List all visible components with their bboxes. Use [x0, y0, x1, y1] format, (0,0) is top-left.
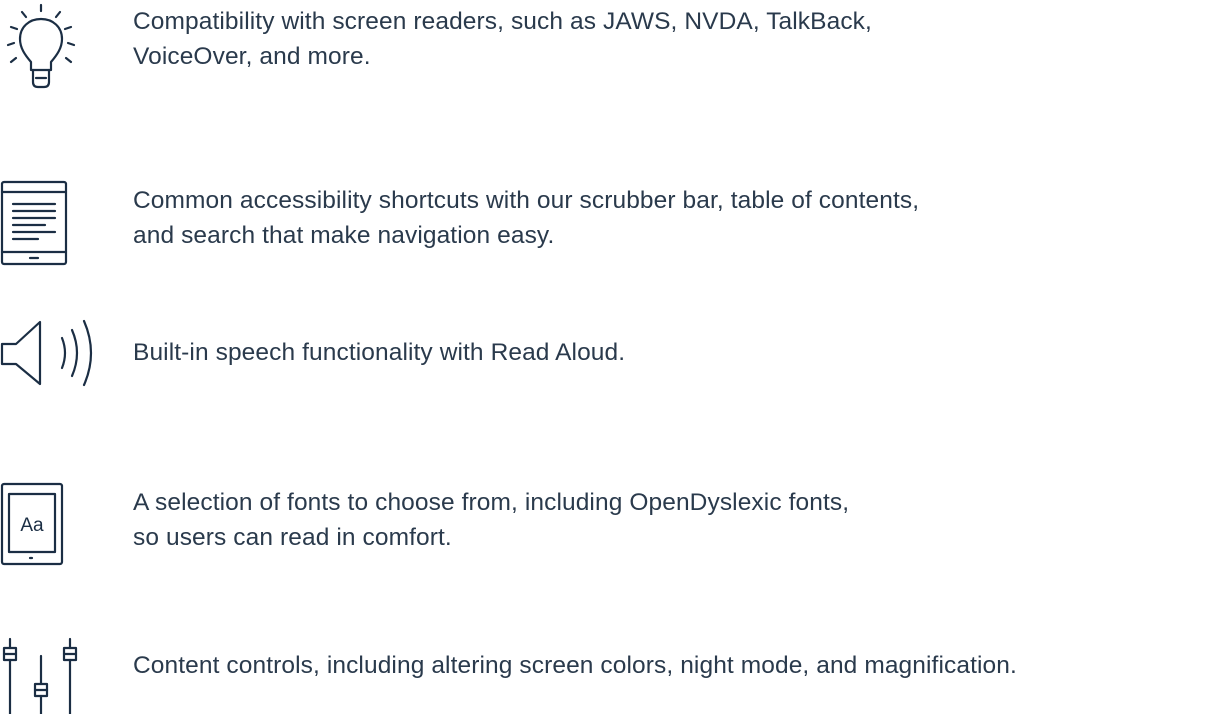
font-sample-text: Aa	[20, 515, 44, 536]
feature-text-screen-readers: Compatibility with screen readers, such …	[133, 4, 1213, 74]
feature-list: Compatibility with screen readers, such …	[0, 0, 1215, 714]
feature-text-content-controls: Content controls, including altering scr…	[133, 648, 1213, 683]
feature-text-line: so users can read in comfort.	[133, 524, 452, 551]
feature-item-shortcuts: Common accessibility shortcuts with our …	[0, 180, 1215, 270]
font-tablet-icon: Aa	[0, 482, 66, 568]
feature-text-fonts: A selection of fonts to choose from, inc…	[133, 485, 1213, 555]
feature-text-line: Common accessibility shortcuts with our …	[133, 187, 920, 214]
feature-item-screen-readers: Compatibility with screen readers, such …	[0, 0, 1215, 110]
feature-text-shortcuts: Common accessibility shortcuts with our …	[133, 183, 1213, 253]
tablet-document-icon	[0, 180, 70, 268]
feature-item-read-aloud: Built-in speech functionality with Read …	[0, 318, 1215, 408]
feature-text-line: A selection of fonts to choose from, inc…	[133, 489, 850, 516]
feature-text-line: Built-in speech functionality with Read …	[133, 339, 626, 366]
feature-text-line: VoiceOver, and more.	[133, 43, 371, 70]
feature-item-content-controls: Content controls, including altering scr…	[0, 637, 1215, 714]
feature-text-line: Content controls, including altering scr…	[133, 652, 1017, 679]
lightbulb-icon	[0, 0, 95, 95]
feature-item-fonts: Aa A selection of fonts to choose from, …	[0, 482, 1215, 572]
sliders-icon	[0, 637, 80, 714]
feature-text-line: Compatibility with screen readers, such …	[133, 8, 872, 35]
speaker-icon	[0, 318, 105, 390]
feature-text-line: and search that make navigation easy.	[133, 222, 555, 249]
feature-text-read-aloud: Built-in speech functionality with Read …	[133, 335, 1213, 370]
